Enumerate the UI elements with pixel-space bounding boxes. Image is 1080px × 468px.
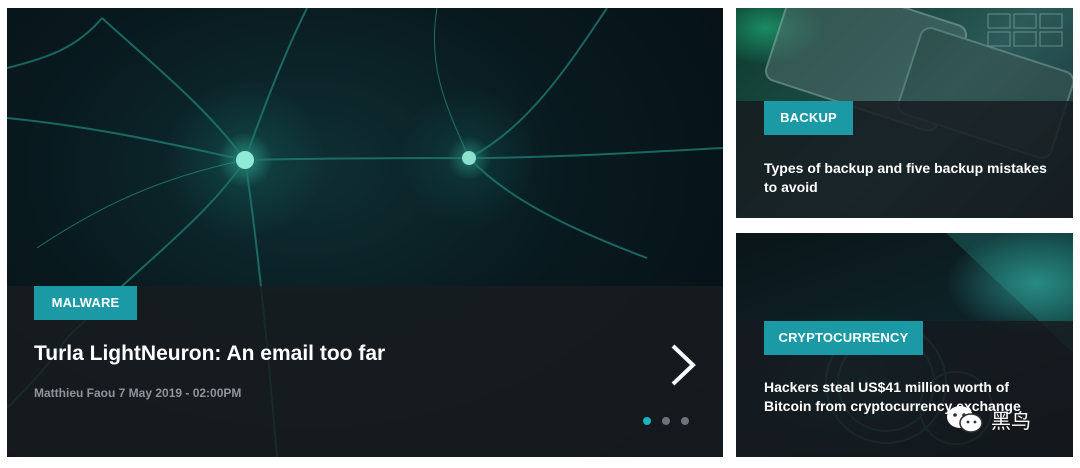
slide-indicators (643, 417, 689, 427)
watermark: 黑鸟 (945, 402, 1031, 436)
article-title[interactable]: Types of backup and five backup mistakes… (764, 159, 1054, 197)
category-tag[interactable]: MALWARE (34, 286, 137, 320)
next-slide-button[interactable] (667, 343, 697, 387)
article-card-backup[interactable]: BACKUP Types of backup and five backup m… (736, 8, 1073, 218)
featured-meta: Matthieu Faou 7 May 2019 - 02:00PM (34, 386, 242, 400)
slide-dot-2[interactable] (662, 417, 670, 425)
category-tag[interactable]: CRYPTOCURRENCY (764, 321, 923, 355)
watermark-text: 黑鸟 (991, 408, 1031, 433)
wechat-icon (947, 406, 983, 433)
slide-dot-3[interactable] (681, 417, 689, 425)
chevron-right-icon (671, 344, 696, 386)
featured-article[interactable]: MALWARE Turla LightNeuron: An email too … (7, 8, 723, 457)
featured-title[interactable]: Turla LightNeuron: An email too far (34, 342, 385, 366)
category-tag[interactable]: BACKUP (764, 101, 853, 135)
slide-dot-1[interactable] (643, 417, 651, 425)
